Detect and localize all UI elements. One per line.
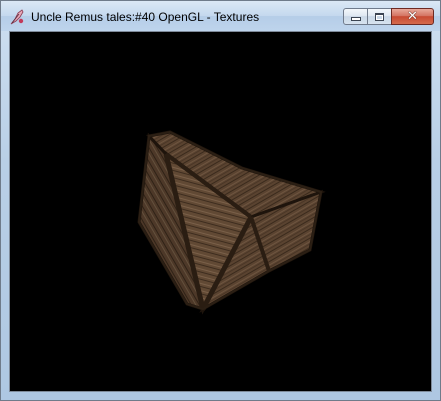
caption-buttons: ✕ [343, 8, 434, 26]
textured-crate-render [137, 130, 326, 315]
opengl-viewport[interactable] [9, 31, 432, 392]
close-icon: ✕ [407, 9, 418, 24]
title-bar[interactable]: Uncle Remus tales:#40 OpenGL - Textures … [1, 1, 440, 31]
window-title: Uncle Remus tales:#40 OpenGL - Textures [31, 10, 260, 24]
minimize-icon [350, 17, 361, 21]
app-icon [10, 9, 24, 25]
close-button[interactable]: ✕ [391, 8, 434, 25]
application-window: Uncle Remus tales:#40 OpenGL - Textures … [0, 0, 441, 401]
minimize-button[interactable] [343, 8, 368, 25]
maximize-icon [375, 12, 384, 21]
maximize-button[interactable] [367, 8, 392, 25]
